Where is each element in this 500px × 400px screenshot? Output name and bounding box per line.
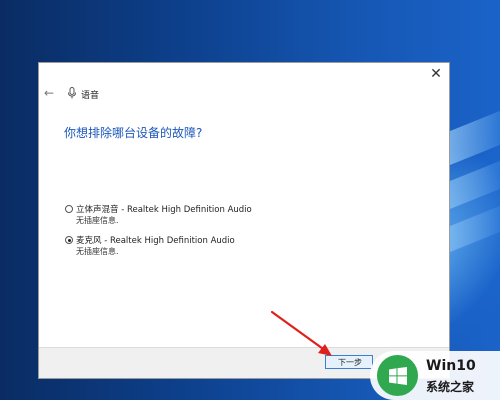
device-option-detail: 无插座信息. xyxy=(76,216,119,225)
watermark-title: Win10 xyxy=(426,358,476,374)
back-arrow-icon[interactable]: ← xyxy=(44,87,56,99)
close-button[interactable]: ✕ xyxy=(427,65,445,83)
watermark-subtitle: 系统之家 xyxy=(426,380,475,394)
troubleshooter-dialog: ✕ ← 语音 你想排除哪台设备的故障? 立体声混音 - Realtek High… xyxy=(38,62,450,379)
watermark-logo xyxy=(377,355,418,396)
next-button[interactable]: 下一步 xyxy=(325,355,373,369)
windows-logo-icon xyxy=(389,367,407,385)
watermark-badge: Win10 系统之家 xyxy=(370,351,500,400)
device-option-label: 麦克风 - Realtek High Definition Audio xyxy=(76,236,235,246)
window-title: 语音 xyxy=(81,91,100,101)
question-heading: 你想排除哪台设备的故障? xyxy=(64,126,203,140)
radio-button-selected[interactable] xyxy=(65,236,73,244)
device-option-label: 立体声混音 - Realtek High Definition Audio xyxy=(76,205,252,215)
device-option-stereo-mix[interactable]: 立体声混音 - Realtek High Definition Audio 无插… xyxy=(64,201,394,227)
device-option-detail: 无插座信息. xyxy=(76,247,119,256)
radio-button[interactable] xyxy=(65,205,73,213)
device-option-microphone[interactable]: 麦克风 - Realtek High Definition Audio 无插座信… xyxy=(64,232,394,258)
microphone-icon xyxy=(68,87,76,99)
